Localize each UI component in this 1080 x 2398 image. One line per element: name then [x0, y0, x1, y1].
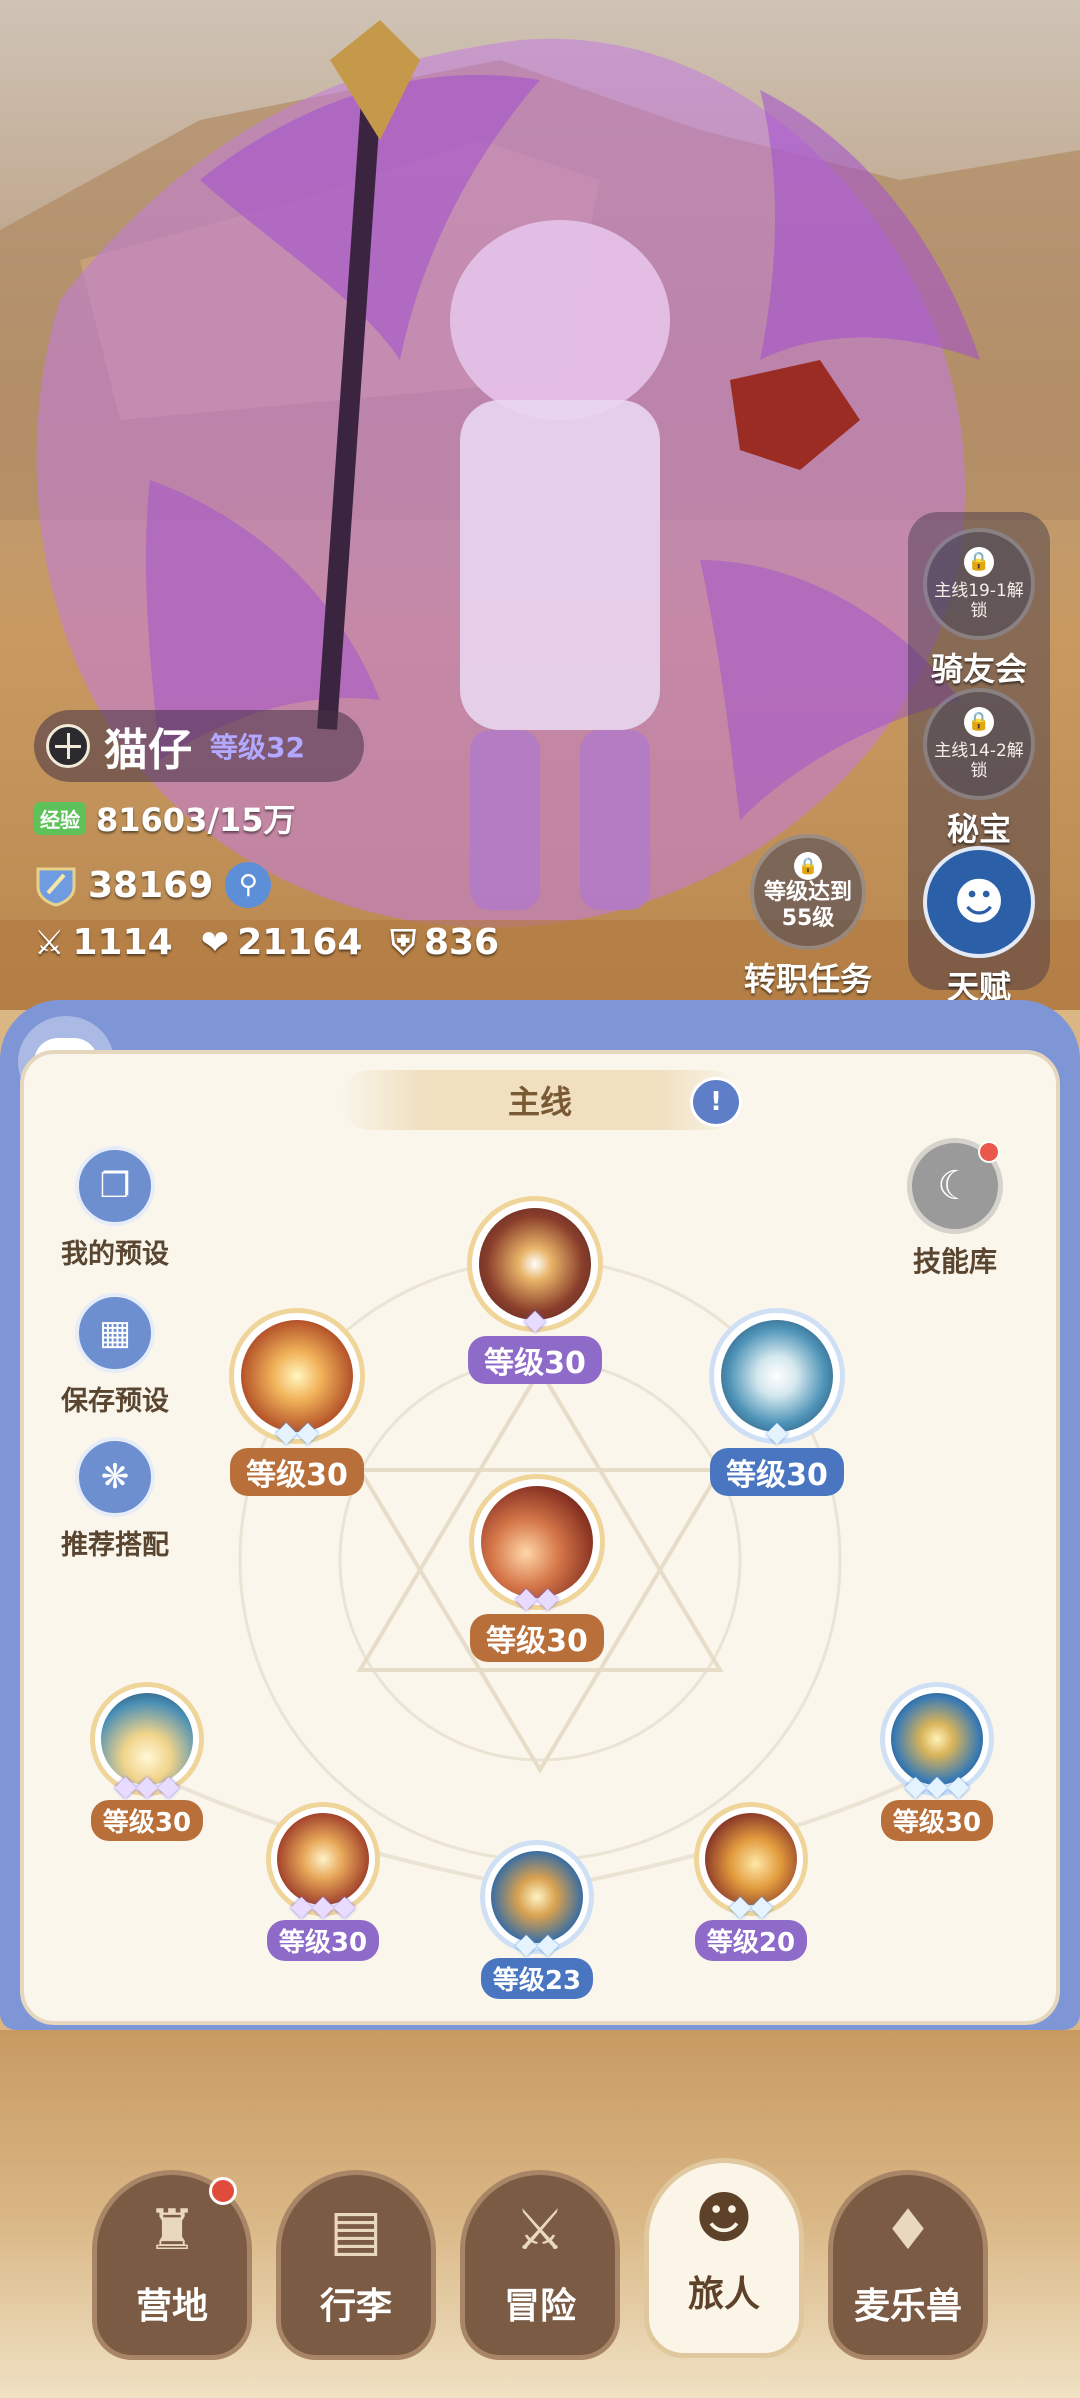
lock-icon: 🔒 [964, 547, 994, 577]
nav-camp[interactable]: ♜ 营地 [92, 2170, 252, 2360]
treasure-button[interactable]: 🔒 主线14-2解锁 秘宝 [908, 688, 1050, 850]
nav-mailer-beast-label: 麦乐兽 [853, 2286, 962, 2327]
combat-power-shield-icon [36, 867, 76, 907]
defense-value: 836 [423, 922, 500, 963]
skill-level-badge: 等级30 [470, 1614, 604, 1662]
talent-head-icon: ☻ [923, 846, 1035, 958]
save-icon: ▦ [75, 1293, 155, 1373]
notification-dot [978, 1141, 1000, 1163]
skill-stars: ◆◆ [275, 1415, 319, 1448]
lock-icon: 🔒 [794, 852, 822, 880]
skill-stars: ◆ [524, 1303, 546, 1336]
lock-icon: 🔒 [964, 707, 994, 737]
skill-node-bottom-1[interactable]: ◆◆◆ 等级30 [84, 1682, 210, 1841]
talent-button[interactable]: ☻ 天赋 [908, 846, 1050, 1008]
skill-node-bottom-2[interactable]: ◆◆◆ 等级30 [260, 1802, 386, 1961]
hp-value: 21164 [237, 922, 363, 963]
skill-stars: ◆◆◆ [290, 1889, 356, 1922]
character-name: 猫仔 [104, 725, 192, 776]
skill-stars: ◆◆ [515, 1581, 559, 1614]
exp-row: 经验 81603/15万 [34, 795, 296, 841]
skill-node-center[interactable]: ◆◆ 等级30 [462, 1474, 612, 1662]
skill-node-right[interactable]: ◆ 等级30 [702, 1308, 852, 1496]
rider-club-lock-text: 主线19-1解锁 [934, 581, 1024, 621]
recommend-build-button[interactable]: ❋ 推荐搭配 [40, 1437, 190, 1562]
skill-node-bottom-5[interactable]: ◆◆◆ 等级30 [874, 1682, 1000, 1841]
recommend-build-label: 推荐搭配 [61, 1530, 169, 1561]
class-emblem-icon [46, 724, 90, 768]
defense-shield-icon: ⛨ [390, 922, 416, 963]
skill-stars: ◆◆◆ [904, 1769, 970, 1802]
exp-label: 经验 [34, 801, 86, 835]
skill-level-badge: 等级20 [694, 1920, 808, 1961]
treasure-lock-text: 主线14-2解锁 [934, 741, 1024, 781]
tab-main-quest[interactable]: 主线 [340, 1070, 740, 1130]
skill-level-badge: 等级30 [710, 1448, 844, 1496]
skill-stars: ◆◆ [729, 1889, 773, 1922]
nav-traveler[interactable]: ☻ 旅人 [644, 2158, 804, 2358]
skill-level-badge: 等级30 [90, 1800, 204, 1841]
save-preset-button[interactable]: ▦ 保存预设 [40, 1293, 190, 1418]
my-preset-label: 我的预设 [61, 1239, 169, 1270]
crossed-swords-icon: ⚔ [514, 2198, 566, 2263]
nav-adventure[interactable]: ⚔ 冒险 [460, 2170, 620, 2360]
preset-cards-icon: ❐ [75, 1146, 155, 1226]
backpack-icon: ▤ [329, 2198, 383, 2263]
skill-library-button[interactable]: ☾ 技能库 [890, 1138, 1020, 1280]
character-level: 等级32 [210, 731, 305, 764]
skill-node-top[interactable]: ◆ 等级30 [460, 1196, 610, 1384]
nav-luggage[interactable]: ▤ 行李 [276, 2170, 436, 2360]
skill-stars: ◆ [766, 1415, 788, 1448]
stats-row: ⚔ 1114 ❤ 21164 ⛨ 836 [34, 922, 527, 963]
nav-adventure-label: 冒险 [503, 2286, 576, 2327]
skill-level-badge: 等级30 [880, 1800, 994, 1841]
job-change-lock-text: 等级达到55级 [763, 880, 852, 931]
nav-mailer-beast[interactable]: ♦ 麦乐兽 [828, 2170, 988, 2360]
nav-luggage-label: 行李 [319, 2286, 392, 2327]
skill-stars: ◆◆ [515, 1927, 559, 1960]
skill-node-bottom-3[interactable]: ◆◆ 等级23 [474, 1840, 600, 1999]
recommend-gears-icon: ❋ [75, 1437, 155, 1517]
rider-club-lock-circle: 🔒 主线19-1解锁 [923, 528, 1035, 640]
attack-value: 1114 [72, 922, 173, 963]
skill-node-left[interactable]: ◆◆ 等级30 [222, 1308, 372, 1496]
skill-library-icon: ☾ [907, 1138, 1003, 1234]
skill-level-badge: 等级30 [468, 1336, 602, 1384]
skill-library-label: 技能库 [912, 1245, 997, 1278]
attack-swords-icon: ⚔ [34, 922, 65, 963]
treasure-lock-circle: 🔒 主线14-2解锁 [923, 688, 1035, 800]
job-change-button[interactable]: 🔒 等级达到55级 转职任务 [728, 834, 888, 1000]
skill-level-badge: 等级30 [230, 1448, 364, 1496]
character-name-pill[interactable]: 猫仔 等级32 [34, 710, 364, 782]
book-icon[interactable]: ! [690, 1077, 742, 1127]
castle-icon: ♜ [146, 2198, 198, 2263]
traveler-icon: ☻ [694, 2186, 754, 2251]
save-preset-label: 保存预设 [61, 1386, 169, 1417]
exp-value: 81603/15万 [96, 801, 296, 839]
skill-level-badge: 等级23 [480, 1958, 594, 1999]
rider-club-label: 骑友会 [930, 650, 1027, 688]
rider-club-button[interactable]: 🔒 主线19-1解锁 骑友会 [908, 528, 1050, 690]
tab-main-quest-label: 主线 [507, 1083, 572, 1121]
skill-node-bottom-4[interactable]: ◆◆ 等级20 [688, 1802, 814, 1961]
my-preset-button[interactable]: ❐ 我的预设 [40, 1146, 190, 1271]
cat-icon: ♦ [882, 2198, 934, 2263]
job-change-label: 转职任务 [743, 960, 872, 998]
treasure-label: 秘宝 [946, 810, 1011, 848]
nav-camp-label: 营地 [135, 2286, 208, 2327]
job-change-lock-circle: 🔒 等级达到55级 [750, 834, 866, 950]
skill-stars: ◆◆◆ [114, 1769, 180, 1802]
heart-icon: ❤ [200, 922, 230, 963]
combat-power-value: 38169 [88, 864, 214, 906]
skill-level-badge: 等级30 [266, 1920, 380, 1961]
power-row: 38169 ⚲ [34, 862, 272, 908]
nav-traveler-label: 旅人 [687, 2274, 760, 2315]
notification-badge [209, 2177, 237, 2205]
search-icon[interactable]: ⚲ [225, 862, 272, 908]
